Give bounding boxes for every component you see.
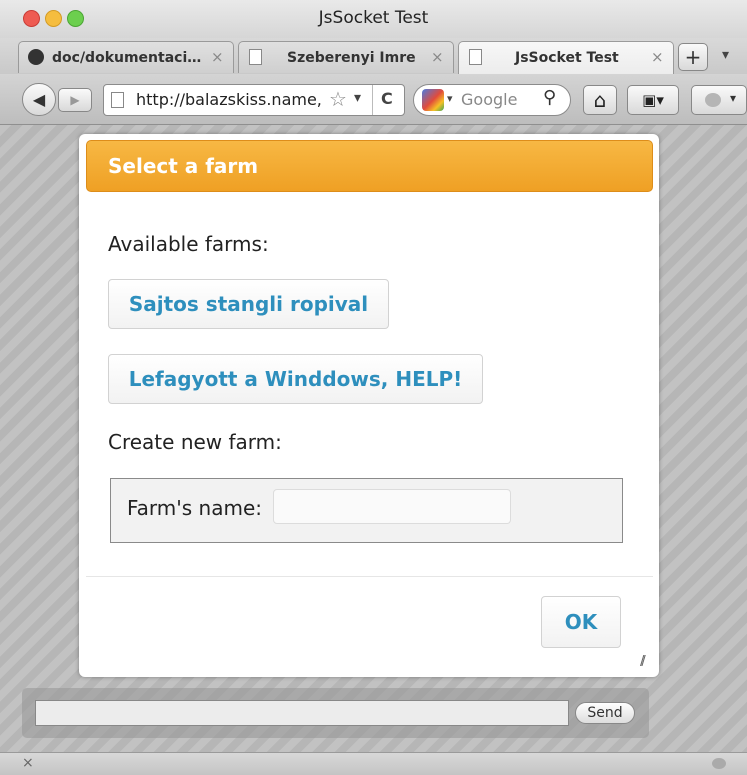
send-button[interactable]: Send <box>575 702 635 724</box>
search-icon[interactable]: ⚲ <box>543 87 556 108</box>
page-icon <box>111 92 124 108</box>
page-icon <box>469 49 482 65</box>
close-addon-bar-icon[interactable]: × <box>22 755 34 771</box>
url-field[interactable]: http://balazskiss.name, ☆ ▾ C <box>103 84 405 116</box>
github-icon <box>28 49 44 65</box>
url-text: http://balazskiss.name, <box>136 90 322 109</box>
tab-label: Szeberenyi Imre <box>287 50 416 66</box>
close-tab-icon[interactable]: × <box>651 48 664 66</box>
bookmarks-menu-button[interactable]: ▣▾ <box>627 85 679 115</box>
create-farm-label: Create new farm: <box>108 430 282 454</box>
list-tabs-icon[interactable]: ▾ <box>722 47 729 63</box>
url-divider <box>372 85 373 115</box>
tab-bar: doc/dokumentaci… × Szeberenyi Imre × JsS… <box>0 38 747 75</box>
new-tab-button[interactable]: + <box>678 43 708 71</box>
dialog-title: Select a farm <box>108 154 259 178</box>
dialog-divider <box>86 576 653 577</box>
farm-button-lefagyott[interactable]: Lefagyott a Winddows, HELP! <box>108 354 483 404</box>
ok-button[interactable]: OK <box>541 596 621 648</box>
home-button[interactable]: ⌂ <box>583 85 617 115</box>
reload-icon[interactable]: C <box>381 89 393 108</box>
status-bar: × <box>0 752 747 775</box>
window-title: JsSocket Test <box>318 8 429 28</box>
tab-jssocket-test[interactable]: JsSocket Test × <box>458 41 674 75</box>
tab-label: JsSocket Test <box>515 50 619 66</box>
search-engine-dropdown-icon[interactable]: ▾ <box>447 92 453 105</box>
window-titlebar: JsSocket Test <box>0 0 747 38</box>
farm-name-input[interactable] <box>273 489 511 524</box>
farm-button-sajtos-stangli[interactable]: Sajtos stangli ropival <box>108 279 389 329</box>
farm-name-label: Farm's name: <box>127 496 263 520</box>
url-history-dropdown-icon[interactable]: ▾ <box>354 90 361 106</box>
search-placeholder: Google <box>461 90 518 109</box>
resize-handle-icon[interactable]: // <box>640 654 646 669</box>
tab-label: doc/dokumentaci… <box>52 50 202 66</box>
tab-szeberenyi-imre[interactable]: Szeberenyi Imre × <box>238 41 454 73</box>
bug-icon <box>705 93 721 107</box>
close-tab-icon[interactable]: × <box>211 48 224 66</box>
back-button[interactable]: ◀ <box>22 83 56 116</box>
available-farms-label: Available farms: <box>108 232 269 256</box>
chat-input[interactable] <box>35 700 569 726</box>
close-tab-icon[interactable]: × <box>431 48 444 66</box>
firebug-dropdown-icon[interactable]: ▾ <box>730 91 736 105</box>
search-field[interactable]: ▾ Google ⚲ <box>413 84 571 116</box>
tab-doc-dokumentaci[interactable]: doc/dokumentaci… × <box>18 41 234 73</box>
forward-button[interactable]: ▶ <box>58 88 92 112</box>
google-icon <box>422 89 444 111</box>
bug-icon[interactable] <box>712 758 726 769</box>
page-icon <box>249 49 262 65</box>
firebug-button[interactable]: ▾ <box>691 85 747 115</box>
bookmark-star-icon[interactable]: ☆ <box>329 87 347 111</box>
